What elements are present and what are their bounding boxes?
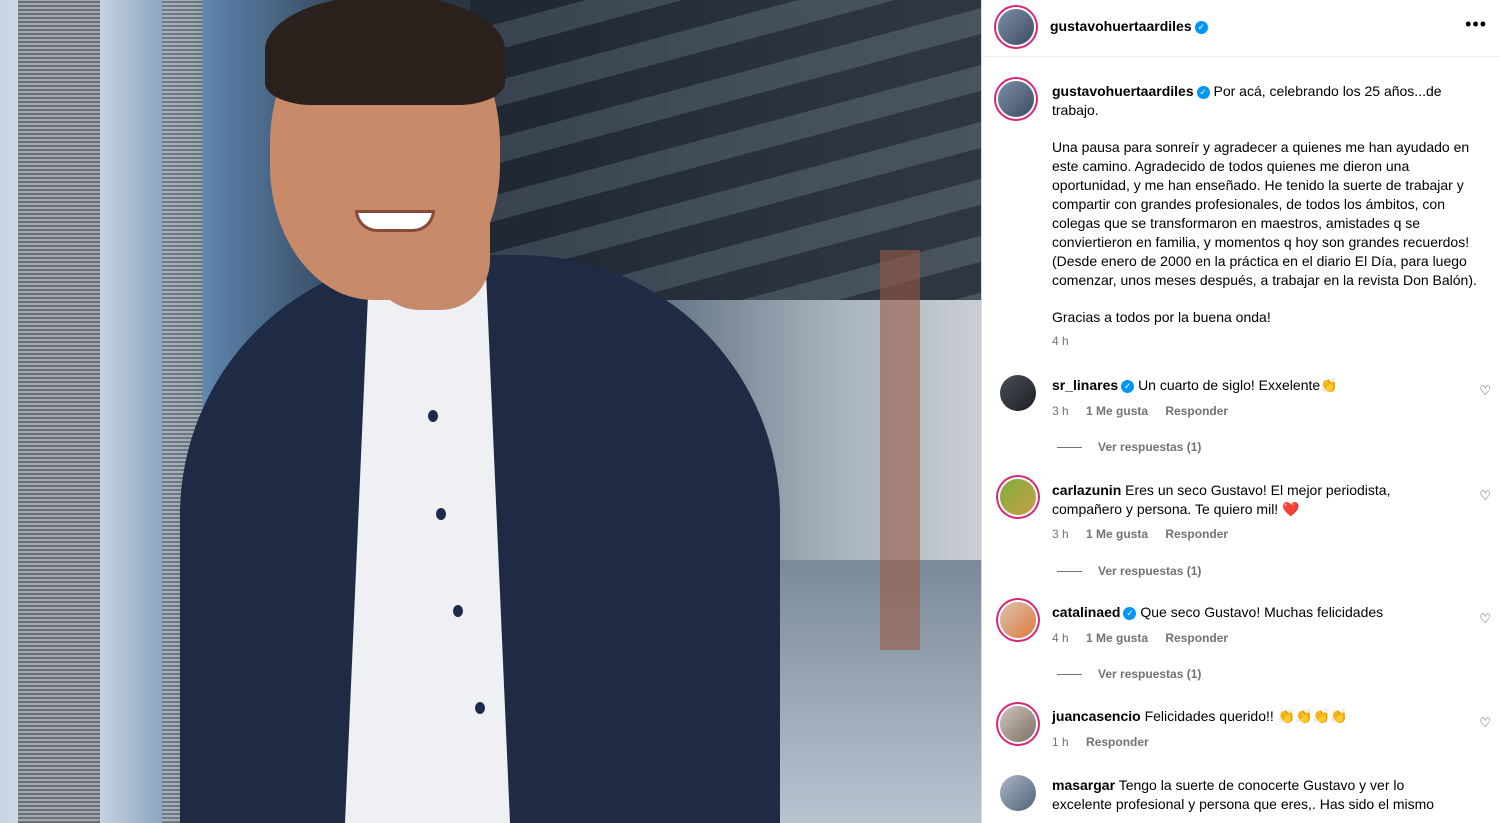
- caption-text-2: Una pausa para sonreír y agradecer a qui…: [1052, 139, 1477, 288]
- view-replies-button[interactable]: Ver respuestas (1): [1057, 667, 1201, 681]
- reply-button[interactable]: Responder: [1165, 527, 1228, 541]
- comment-text: Un cuarto de siglo! Exxelente👏: [1138, 377, 1338, 393]
- verified-badge-icon: ✓: [1196, 85, 1210, 99]
- comment-body: juancasencio Felicidades querido!! 👏👏👏👏: [1052, 707, 1462, 726]
- author-username-text[interactable]: gustavohuertaardiles: [1050, 18, 1192, 34]
- caption-author-avatar[interactable]: [998, 81, 1034, 117]
- post-image[interactable]: [0, 0, 981, 823]
- comment-text: Que seco Gustavo! Muchas felicidades: [1140, 604, 1384, 620]
- commenter-username[interactable]: catalinaed: [1052, 604, 1120, 620]
- comment-time[interactable]: 4 h: [1052, 631, 1069, 645]
- post-header: gustavohuertaardiles ✓ •••: [982, 0, 1500, 57]
- comment-body: carlazunin Eres un seco Gustavo! El mejo…: [1052, 481, 1462, 519]
- person-figure: [170, 0, 790, 823]
- comment-time[interactable]: 1 h: [1052, 735, 1069, 749]
- shirt-button: [428, 410, 438, 422]
- post-caption: gustavohuertaardiles ✓ Por acá, celebrand…: [1052, 82, 1488, 351]
- commenter-avatar[interactable]: [1000, 775, 1036, 811]
- shirt-button: [475, 702, 485, 714]
- comment-meta: 3 h 1 Me gusta Responder: [1052, 527, 1228, 541]
- comment-likes[interactable]: 1 Me gusta: [1086, 631, 1148, 645]
- commenter-username[interactable]: sr_linares: [1052, 377, 1118, 393]
- view-replies-button[interactable]: Ver respuestas (1): [1057, 440, 1201, 454]
- heart-outline-icon[interactable]: ♡: [1479, 488, 1491, 504]
- author-avatar[interactable]: [998, 9, 1034, 45]
- caption-text-3: Gracias a todos por la buena onda!: [1052, 309, 1271, 325]
- comment-likes[interactable]: 1 Me gusta: [1086, 404, 1148, 418]
- post-sidebar: gustavohuertaardiles ✓ ••• gustavohuertaa…: [981, 0, 1500, 823]
- commenter-avatar[interactable]: [1000, 375, 1036, 411]
- reply-button[interactable]: Responder: [1086, 735, 1149, 749]
- comment-body: catalinaed ✓ Que seco Gustavo! Muchas fel…: [1052, 603, 1462, 622]
- comment-text: Felicidades querido!! 👏👏👏👏: [1144, 708, 1348, 724]
- background-grill: [18, 0, 100, 823]
- commenter-avatar[interactable]: [1000, 479, 1036, 515]
- comment-meta: 4 h 1 Me gusta Responder: [1052, 631, 1228, 645]
- person-hair: [265, 0, 505, 105]
- comment-likes[interactable]: 1 Me gusta: [1086, 527, 1148, 541]
- comment-meta: 3 h 1 Me gusta Responder: [1052, 404, 1228, 418]
- background-pillar: [880, 250, 920, 650]
- comment-body: masargar Tengo la suerte de conocerte Gu…: [1052, 776, 1462, 814]
- commenter-avatar[interactable]: [1000, 706, 1036, 742]
- post-timestamp[interactable]: 4 h: [1052, 332, 1488, 351]
- caption-username[interactable]: gustavohuertaardiles: [1052, 83, 1194, 99]
- shirt-button: [453, 605, 463, 617]
- heart-outline-icon[interactable]: ♡: [1479, 383, 1491, 399]
- comment-body: sr_linares ✓ Un cuarto de siglo! Exxelent…: [1052, 376, 1462, 395]
- commenter-username[interactable]: carlazunin: [1052, 482, 1121, 498]
- commenter-username[interactable]: masargar: [1052, 777, 1115, 793]
- author-username[interactable]: gustavohuertaardiles ✓: [1050, 18, 1208, 34]
- reply-button[interactable]: Responder: [1165, 404, 1228, 418]
- shirt-button: [436, 508, 446, 520]
- reply-button[interactable]: Responder: [1165, 631, 1228, 645]
- view-replies-button[interactable]: Ver respuestas (1): [1057, 564, 1201, 578]
- comment-time[interactable]: 3 h: [1052, 404, 1069, 418]
- person-shirt: [345, 255, 510, 823]
- commenter-avatar[interactable]: [1000, 602, 1036, 638]
- heart-outline-icon[interactable]: ♡: [1479, 715, 1491, 731]
- person-smile: [355, 210, 435, 232]
- commenter-username[interactable]: juancasencio: [1052, 708, 1141, 724]
- comment-time[interactable]: 3 h: [1052, 527, 1069, 541]
- more-options-icon[interactable]: •••: [1465, 14, 1487, 35]
- verified-badge-icon: ✓: [1121, 379, 1135, 393]
- heart-outline-icon[interactable]: ♡: [1479, 611, 1491, 627]
- comment-meta: 1 h Responder: [1052, 735, 1149, 749]
- verified-badge-icon: ✓: [1194, 20, 1208, 34]
- verified-badge-icon: ✓: [1123, 606, 1137, 620]
